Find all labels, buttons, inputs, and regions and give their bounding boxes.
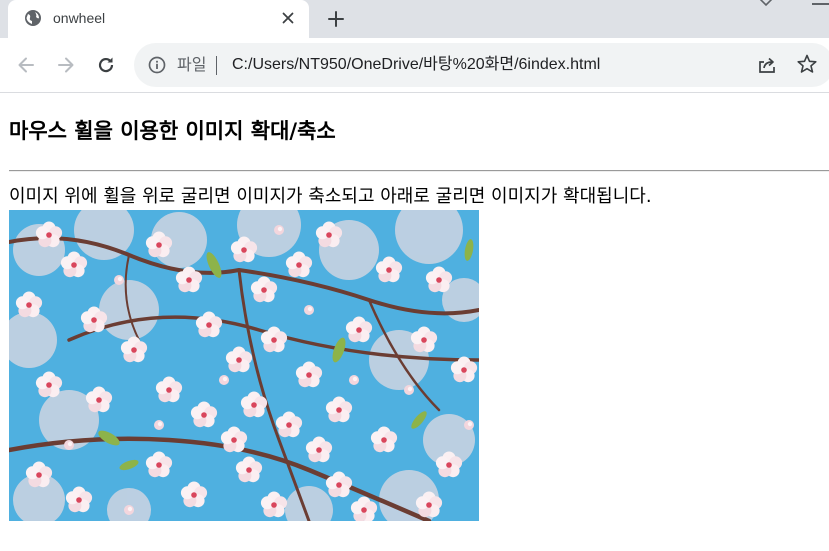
address-bar[interactable]: 파일 C:/Users/NT950/OneDrive/바탕%20화면/6inde… [134, 43, 829, 87]
url-scheme-label: 파일 [177, 55, 207, 74]
star-icon[interactable] [796, 53, 818, 75]
reload-icon[interactable] [92, 51, 120, 79]
arrow-left-icon[interactable] [12, 51, 40, 79]
close-icon[interactable] [278, 8, 298, 28]
page-description: 이미지 위에 휠을 위로 굴리면 이미지가 축소되고 아래로 굴리면 이미지가 … [9, 186, 652, 207]
chevron-down-icon[interactable] [755, 0, 777, 12]
url-text[interactable]: C:/Users/NT950/OneDrive/바탕%20화면/6index.h… [232, 55, 600, 75]
share-icon[interactable] [756, 54, 778, 76]
globe-icon [25, 10, 41, 26]
browser-toolbar: 파일 C:/Users/NT950/OneDrive/바탕%20화면/6inde… [0, 38, 829, 93]
omnibox-divider [216, 56, 217, 75]
plus-icon[interactable] [322, 5, 350, 33]
arrow-right-icon[interactable] [52, 51, 80, 79]
tab-strip: onwheel [0, 0, 829, 38]
minimize-icon[interactable] [812, 3, 829, 5]
cherry-blossom-image[interactable] [9, 210, 479, 521]
page-content: 마우스 휠을 이용한 이미지 확대/축소 이미지 위에 휠을 위로 굴리면 이미… [0, 94, 829, 551]
page-title: 마우스 휠을 이용한 이미지 확대/축소 [9, 119, 336, 143]
horizontal-rule [9, 170, 829, 172]
tab-title: onwheel [53, 10, 106, 26]
info-icon[interactable] [148, 56, 166, 74]
browser-tab[interactable]: onwheel [8, 0, 309, 38]
